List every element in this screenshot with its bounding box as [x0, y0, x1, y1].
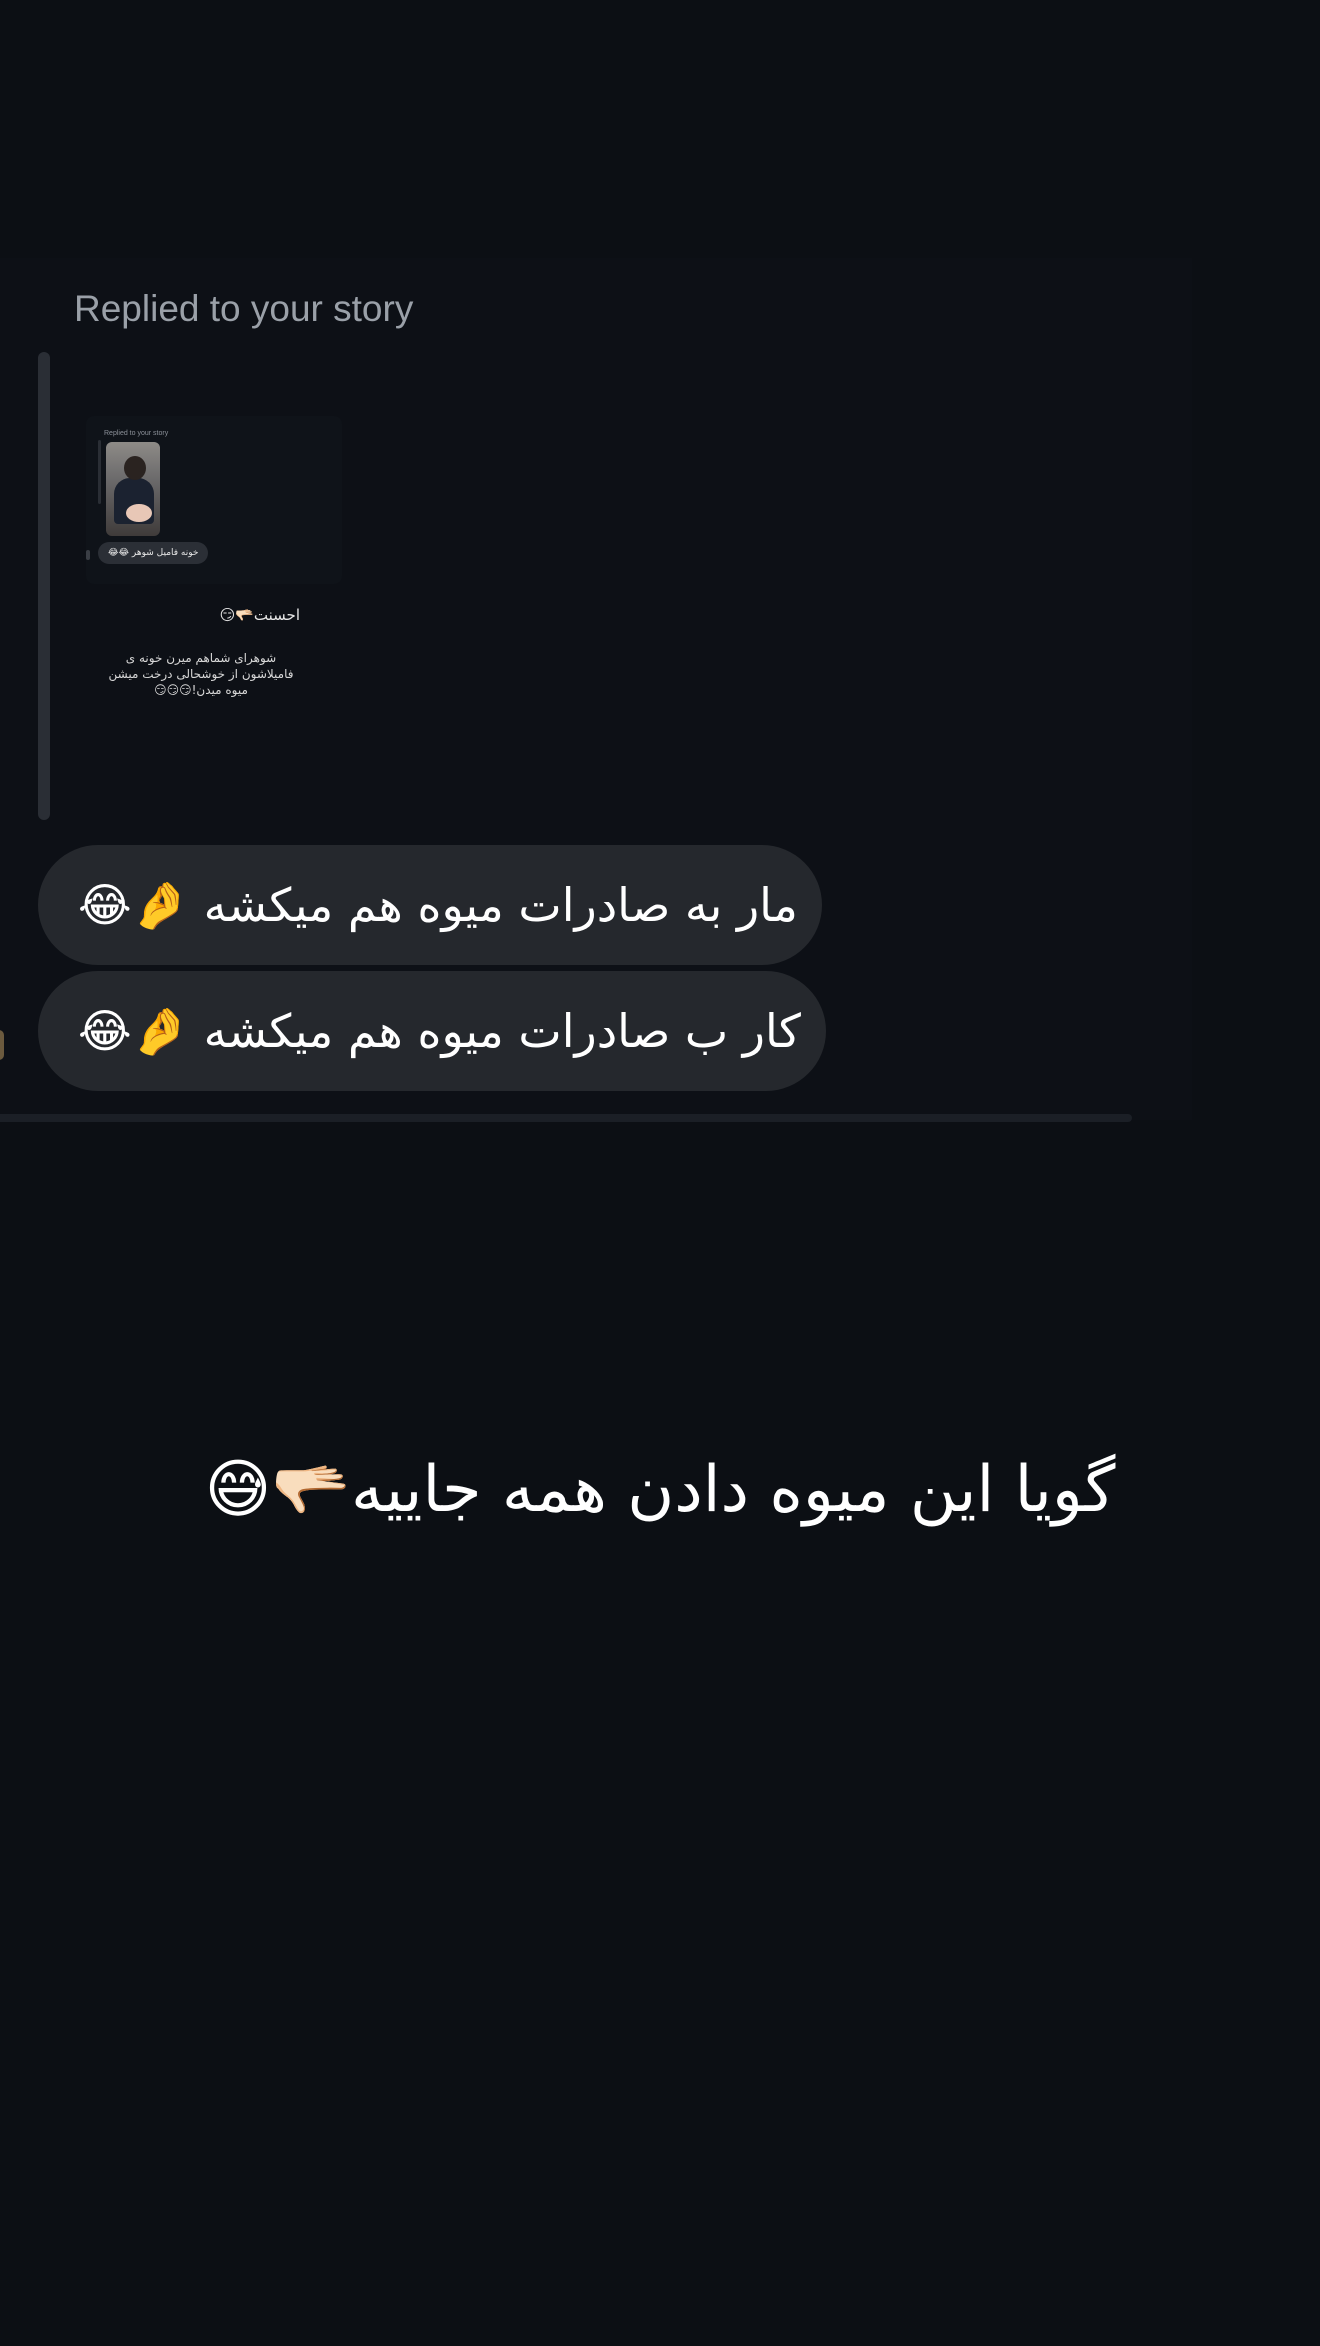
message-bubble[interactable]: مار به صادرات میوه هم میکشه 🤌😂: [38, 845, 822, 965]
story-preview-message-pill: خونه فامیل شوهر 😂😂: [98, 542, 209, 564]
story-preview-thumbnail: [106, 442, 160, 536]
story-preview-text: شوهرای شماهم میرن خونه ی فامیلاشون از خو…: [108, 651, 294, 697]
story-preview-card: Replied to your story خونه فامیل شوهر 😂😂: [86, 416, 342, 584]
quote-bar: [38, 352, 50, 820]
overlay-caption: گویا این میوه دادن همه جاییه🫳🏻😅: [204, 1453, 1116, 1527]
thumbnail-baby: [126, 504, 152, 522]
replied-to-story-label: Replied to your story: [74, 288, 414, 329]
story-preview[interactable]: Replied to your story خونه فامیل شوهر 😂😂…: [86, 408, 346, 708]
story-preview-replied-label: Replied to your story: [104, 430, 169, 437]
story-preview-quote-bar: [98, 440, 101, 504]
thumbnail-head: [124, 456, 146, 480]
card-divider: [0, 1114, 1132, 1122]
story-preview-edge: [86, 550, 90, 560]
reaction-edge: [0, 1030, 4, 1060]
message-bubble[interactable]: کار ب صادرات میوه هم میکشه 🤌😂: [38, 971, 826, 1091]
dm-screen: Replied to your story Replied to your st…: [0, 0, 1320, 2346]
story-preview-caption: احسنت🫳🏻😏: [219, 606, 300, 624]
